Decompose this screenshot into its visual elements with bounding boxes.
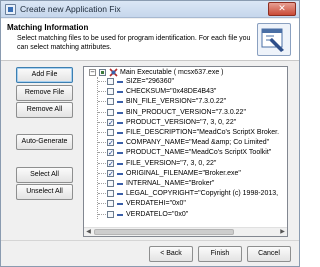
attribute-label: VERDATELO="0x0" — [126, 211, 189, 218]
attribute-label: FILE_DESCRIPTION="MeadCo's ScriptX Broke… — [126, 129, 280, 136]
footer-divider — [1, 240, 299, 241]
unchecked-checkbox[interactable] — [107, 78, 114, 85]
tree-branch-line — [98, 152, 106, 153]
back-button[interactable]: < Back — [149, 246, 193, 262]
unchecked-checkbox[interactable] — [107, 200, 114, 207]
attribute-label: FILE_VERSION="7, 3, 0, 22" — [126, 160, 217, 167]
attribute-label: SIZE="296360" — [126, 78, 174, 85]
dialog-window: Create new Application Fix ✕ Matching In… — [0, 0, 300, 267]
unchecked-checkbox[interactable] — [107, 98, 114, 105]
header-title: Matching Information — [7, 23, 89, 32]
tree-branch-line — [98, 193, 106, 194]
tree-branch-line — [98, 91, 106, 92]
wizard-icon — [257, 23, 291, 56]
tree-attribute-row[interactable]: ✓ PRODUCT_NAME="MeadCo's ScriptX Toolkit" — [84, 148, 287, 157]
attribute-label: COMPANY_NAME="Mead &amp; Co Limited" — [126, 139, 270, 146]
title-bar[interactable]: Create new Application Fix ✕ — [1, 1, 299, 18]
tree-attribute-row[interactable]: VERDATELO="0x0" — [84, 210, 287, 219]
tree-branch-line — [98, 132, 106, 133]
tree-branch-line — [98, 203, 106, 204]
remove-all-button[interactable]: Remove All — [16, 102, 73, 118]
attribute-icon — [117, 101, 123, 103]
tree-branch-line — [98, 173, 106, 174]
root-checkbox[interactable] — [99, 69, 106, 76]
attribute-icon — [117, 173, 123, 175]
attribute-icon — [117, 193, 123, 195]
unchecked-checkbox[interactable] — [107, 129, 114, 136]
attribute-label: BIN_FILE_VERSION="7.3.0.22" — [126, 98, 227, 105]
scroll-thumb[interactable] — [94, 229, 234, 235]
checked-checkbox[interactable]: ✓ — [107, 160, 114, 168]
tree-attribute-row[interactable]: CHECKSUM="0x48DE4B43" — [84, 87, 287, 96]
checked-checkbox[interactable]: ✓ — [107, 170, 114, 178]
tree-branch-line — [98, 142, 106, 143]
attribute-label: PRODUCT_VERSION="7, 3, 0, 22" — [126, 119, 237, 126]
tree-attribute-row[interactable]: SIZE="296360" — [84, 77, 287, 86]
tree-branch-line — [98, 122, 106, 123]
tree-attribute-row[interactable]: BIN_PRODUCT_VERSION="7.3.0.22" — [84, 108, 287, 117]
attribute-label: PRODUCT_NAME="MeadCo's ScriptX Toolkit" — [126, 149, 272, 156]
tree-attribute-row[interactable]: FILE_DESCRIPTION="MeadCo's ScriptX Broke… — [84, 128, 287, 137]
unchecked-checkbox[interactable] — [107, 180, 114, 187]
attribute-icon — [117, 112, 123, 114]
unselect-all-button[interactable]: Unselect All — [16, 184, 73, 200]
attribute-label: VERDATEHI="0x0" — [126, 200, 186, 207]
checked-checkbox[interactable]: ✓ — [107, 149, 114, 157]
tree-branch-line — [98, 101, 106, 102]
attribute-label: BIN_PRODUCT_VERSION="7.3.0.22" — [126, 109, 246, 116]
cancel-button[interactable]: Cancel — [247, 246, 291, 262]
tree-branch-line — [98, 183, 106, 184]
finish-button[interactable]: Finish — [198, 246, 242, 262]
window-title: Create new Application Fix — [20, 4, 121, 14]
scroll-right-icon[interactable]: ▶ — [278, 228, 287, 236]
scroll-left-icon[interactable]: ◀ — [84, 228, 93, 236]
add-file-button[interactable]: Add File — [16, 67, 73, 83]
matching-files-tree[interactable]: − Main Executable ( mcsx637.exe ) SIZE="… — [83, 66, 288, 237]
collapse-icon[interactable]: − — [89, 69, 96, 76]
attribute-label: LEGAL_COPYRIGHT="Copyright (c) 1998-2013… — [126, 190, 279, 197]
tree-root-row[interactable]: − Main Executable ( mcsx637.exe ) — [84, 68, 287, 77]
unchecked-checkbox[interactable] — [107, 190, 114, 197]
checked-checkbox[interactable]: ✓ — [107, 119, 114, 127]
tree-branch-line — [98, 163, 106, 164]
tree-attribute-row[interactable]: LEGAL_COPYRIGHT="Copyright (c) 1998-2013… — [84, 189, 287, 198]
tree-attribute-row[interactable]: INTERNAL_NAME="Broker" — [84, 179, 287, 188]
tree-branch-line — [98, 81, 106, 82]
tree-attribute-row[interactable]: ✓ PRODUCT_VERSION="7, 3, 0, 22" — [84, 118, 287, 127]
attribute-icon — [117, 203, 123, 205]
attribute-label: ORIGINAL_FILENAME="Broker.exe" — [126, 170, 241, 177]
root-label: Main Executable ( mcsx637.exe ) — [120, 69, 224, 76]
tree-branch-line — [98, 214, 106, 215]
tree-attribute-row[interactable]: BIN_FILE_VERSION="7.3.0.22" — [84, 97, 287, 106]
close-button[interactable]: ✕ — [268, 2, 296, 16]
header-description: Select matching files to be used for pro… — [17, 35, 251, 51]
attribute-icon — [117, 81, 123, 83]
attribute-icon — [117, 122, 123, 124]
tree-attribute-row[interactable]: ✓ FILE_VERSION="7, 3, 0, 22" — [84, 159, 287, 168]
attribute-icon — [117, 183, 123, 185]
attribute-icon — [117, 132, 123, 134]
checked-checkbox[interactable]: ✓ — [107, 139, 114, 147]
tree-attribute-row[interactable]: ✓ ORIGINAL_FILENAME="Broker.exe" — [84, 169, 287, 178]
attribute-label: INTERNAL_NAME="Broker" — [126, 180, 215, 187]
unchecked-checkbox[interactable] — [107, 88, 114, 95]
tree-branch-line — [98, 112, 106, 113]
unchecked-checkbox[interactable] — [107, 109, 114, 116]
attribute-icon — [117, 91, 123, 93]
tree-attribute-row[interactable]: VERDATEHI="0x0" — [84, 199, 287, 208]
tree-attribute-row[interactable]: ✓ COMPANY_NAME="Mead &amp; Co Limited" — [84, 138, 287, 147]
attribute-icon — [117, 142, 123, 144]
remove-file-button[interactable]: Remove File — [16, 85, 73, 101]
unchecked-checkbox[interactable] — [107, 211, 114, 218]
auto-generate-button[interactable]: Auto-Generate — [16, 134, 73, 150]
attribute-icon — [117, 214, 123, 216]
attribute-icon — [117, 163, 123, 165]
attribute-icon — [117, 152, 123, 154]
header-panel: Matching Information Select matching fil… — [1, 19, 299, 61]
attribute-label: CHECKSUM="0x48DE4B43" — [126, 88, 217, 95]
app-icon — [5, 4, 16, 15]
executable-icon — [109, 68, 118, 77]
select-all-button[interactable]: Select All — [16, 167, 73, 183]
horizontal-scrollbar[interactable]: ◀ ▶ — [84, 227, 287, 236]
